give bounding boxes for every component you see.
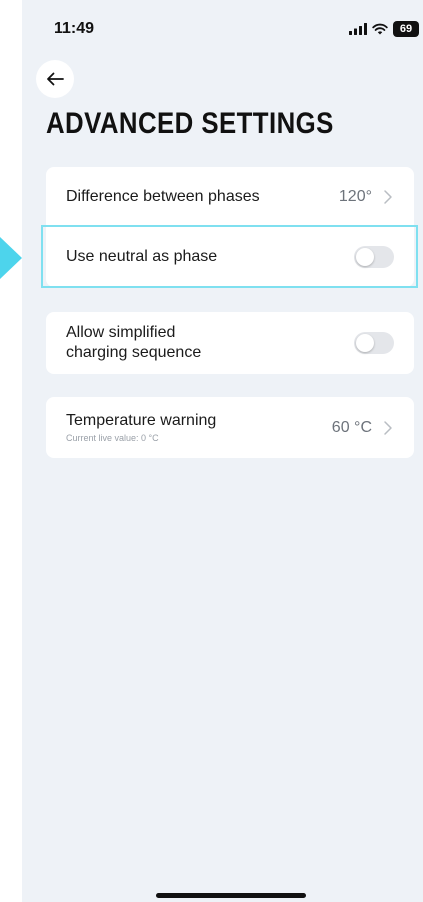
simplified-charging-label-line2: charging sequence [66,344,202,361]
temperature-warning-row[interactable]: Temperature warning Current live value: … [46,397,414,458]
use-neutral-as-phase-toggle[interactable] [354,246,394,268]
wifi-icon [372,23,388,35]
status-icons: 69 [349,19,419,39]
toggle-knob [356,248,374,266]
signal-icon [349,23,367,35]
temperature-card: Temperature warning Current live value: … [46,397,414,458]
phase-settings-card: Difference between phases 120° Use neutr… [46,167,414,287]
battery-indicator: 69 [393,21,419,37]
page-title: ADVANCED SETTINGS [46,107,334,140]
chevron-right-icon [384,420,392,435]
charging-sequence-card: Allow simplified charging sequence [46,312,414,374]
temperature-live-value: Current live value: 0 °C [66,433,159,443]
simplified-charging-label-line1: Allow simplified [66,324,176,341]
home-indicator [156,893,306,898]
tutorial-pointer-arrow [0,237,22,279]
difference-between-phases-label: Difference between phases [66,188,260,205]
simplified-charging-row: Allow simplified charging sequence [46,312,414,374]
temperature-warning-label: Temperature warning [66,412,217,429]
toggle-knob [356,334,374,352]
simplified-charging-label: Allow simplified charging sequence [66,323,354,363]
status-bar: 11:49 69 [22,0,423,60]
simplified-charging-toggle[interactable] [354,332,394,354]
difference-between-phases-row[interactable]: Difference between phases 120° [46,167,414,227]
chevron-right-icon [384,190,392,204]
temperature-warning-label-group: Temperature warning Current live value: … [66,411,332,444]
phone-screen: 11:49 69 ADVANCED SETTINGS Difference be… [22,0,423,902]
use-neutral-as-phase-label: Use neutral as phase [66,248,218,265]
difference-between-phases-value: 120° [338,188,372,205]
arrow-left-icon [47,72,64,86]
temperature-warning-value: 60 °C [331,418,372,436]
use-neutral-as-phase-row: Use neutral as phase [46,227,414,287]
back-button[interactable] [36,60,74,98]
status-time: 11:49 [54,20,95,37]
